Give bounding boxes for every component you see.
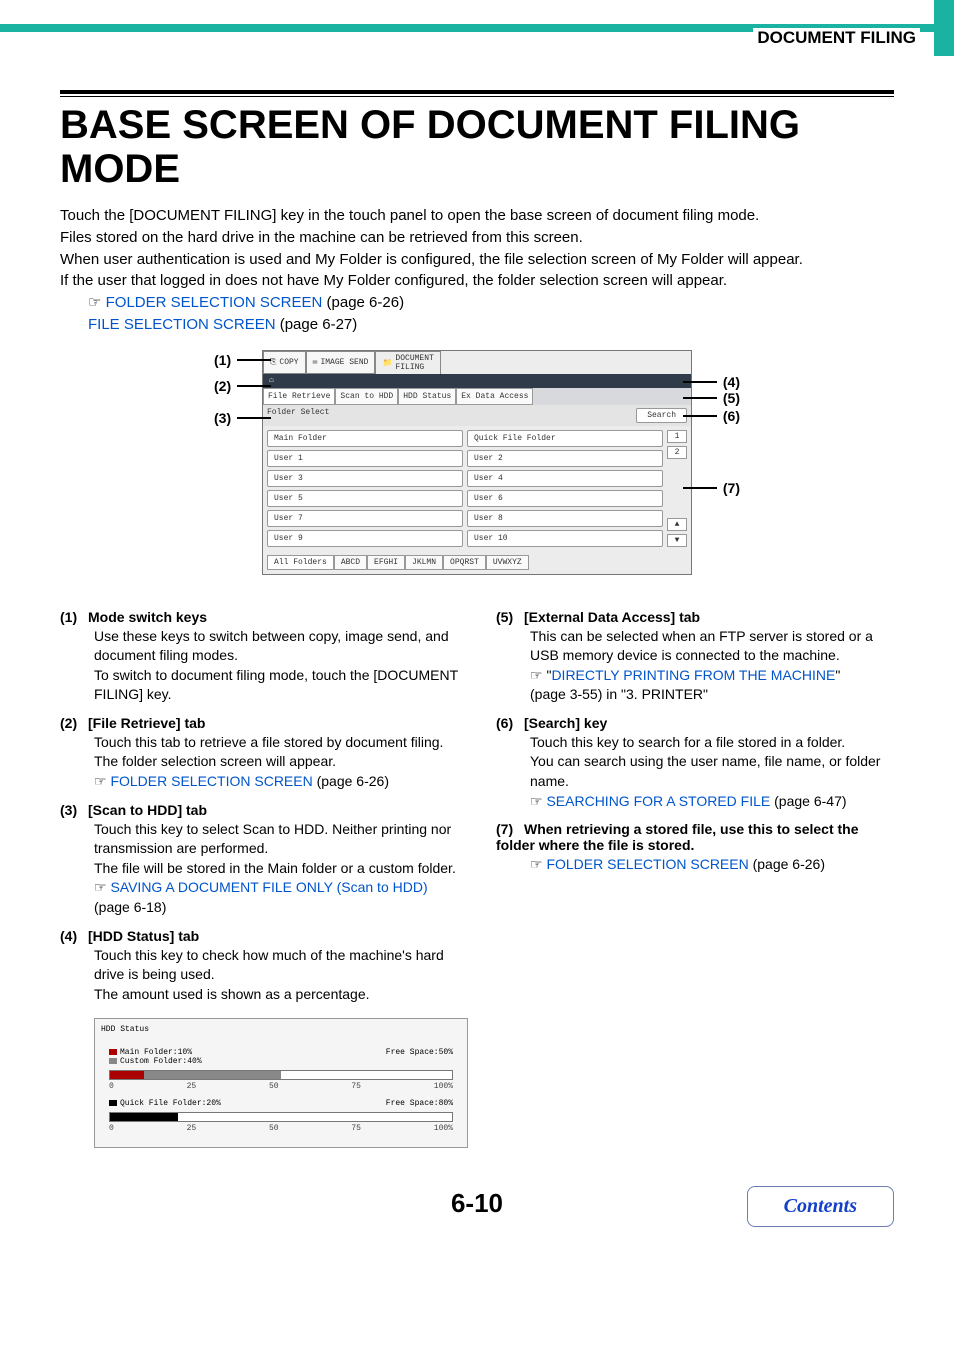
link-folder-selection[interactable]: FOLDER SELECTION SCREEN	[546, 856, 748, 872]
callout-1: (1)	[214, 352, 231, 368]
alpha-tab[interactable]: OPQRST	[443, 555, 486, 570]
item-heading: (6)[Search] key	[496, 715, 894, 731]
folder-button[interactable]: User 10	[467, 530, 663, 547]
page-current: 1	[667, 430, 687, 443]
pointer-icon: ☞	[530, 667, 543, 683]
item-heading: (5)[External Data Access] tab	[496, 609, 894, 625]
tab-hdd-status[interactable]: HDD Status	[398, 388, 456, 405]
scroll-up-button[interactable]: ▲	[667, 518, 687, 531]
intro-line: Touch the [DOCUMENT FILING] key in the t…	[60, 205, 894, 227]
page-title: BASE SCREEN OF DOCUMENT FILING MODE	[60, 103, 894, 191]
item-body: Touch this key to check how much of the …	[94, 946, 468, 1005]
item-heading: (2)[File Retrieve] tab	[60, 715, 468, 731]
callout-5: (5)	[723, 390, 740, 406]
link-scan-to-hdd[interactable]: SAVING A DOCUMENT FILE ONLY (Scan to HDD…	[110, 879, 427, 895]
alpha-tab[interactable]: ABCD	[334, 555, 367, 570]
link-folder-selection[interactable]: FOLDER SELECTION SCREEN	[106, 294, 323, 311]
pointer-icon: ☞	[530, 793, 543, 809]
folder-button[interactable]: User 1	[267, 450, 463, 467]
intro-text: Touch the [DOCUMENT FILING] key in the t…	[60, 205, 894, 336]
callout-2: (2)	[214, 378, 231, 394]
pointer-icon: ☞	[88, 294, 101, 311]
link-search-file[interactable]: SEARCHING FOR A STORED FILE	[546, 793, 770, 809]
folder-button[interactable]: User 9	[267, 530, 463, 547]
link-folder-selection[interactable]: FOLDER SELECTION SCREEN	[110, 773, 312, 789]
alpha-tab[interactable]: JKLMN	[405, 555, 443, 570]
item-body: This can be selected when an FTP server …	[530, 627, 894, 705]
ticks: 0255075100%	[101, 1080, 461, 1099]
tab-scan-to-hdd[interactable]: Scan to HDD	[335, 388, 398, 405]
hdd-bar-1	[109, 1070, 453, 1080]
free-space-label: Free Space:50%	[386, 1048, 453, 1057]
page-ref: (page 6-26)	[322, 294, 404, 311]
callout-3: (3)	[214, 410, 231, 426]
hdd-bar-2	[109, 1112, 453, 1122]
rule	[60, 90, 894, 94]
contents-button[interactable]: Contents	[747, 1186, 894, 1227]
folder-button[interactable]: User 4	[467, 470, 663, 487]
send-icon: ✉	[313, 357, 318, 367]
pointer-icon: ☞	[530, 856, 543, 872]
mode-tab-image-send[interactable]: ✉IMAGE SEND	[306, 351, 376, 374]
callout-6: (6)	[723, 408, 740, 424]
mode-tab-document-filing[interactable]: 📁DOCUMENT FILING	[375, 351, 440, 374]
item-body: Touch this key to select Scan to HDD. Ne…	[94, 820, 468, 918]
folder-button[interactable]: Main Folder	[267, 430, 463, 447]
section-label: DOCUMENT FILING	[753, 28, 920, 48]
legend-quick-icon	[109, 1100, 117, 1106]
folder-button[interactable]: User 8	[467, 510, 663, 527]
legend-custom-icon	[109, 1058, 117, 1064]
folder-select-label: Folder Select	[267, 408, 329, 423]
item-heading: (1)Mode switch keys	[60, 609, 468, 625]
pointer-icon: ☞	[94, 773, 107, 789]
callout-4: (4)	[723, 374, 740, 390]
item-body: Touch this tab to retrieve a file stored…	[94, 733, 468, 792]
item-heading: (3)[Scan to HDD] tab	[60, 802, 468, 818]
hdd-status-panel: HDD Status Main Folder:10% Free Space:50…	[94, 1018, 468, 1148]
alpha-tab[interactable]: All Folders	[267, 555, 334, 570]
folder-button[interactable]: User 2	[467, 450, 663, 467]
tab-file-retrieve[interactable]: File Retrieve	[263, 388, 335, 405]
item-body: ☞ FOLDER SELECTION SCREEN (page 6-26)	[530, 855, 894, 875]
folder-button[interactable]: Quick File Folder	[467, 430, 663, 447]
search-button[interactable]: Search	[636, 408, 687, 423]
tab-ex-data-access[interactable]: Ex Data Access	[456, 388, 533, 405]
item-body: Touch this key to search for a file stor…	[530, 733, 894, 811]
header-stripe-tab	[934, 0, 954, 56]
filing-icon: 📁	[382, 358, 392, 368]
pointer-icon: ☞	[94, 879, 107, 895]
scroll-down-button[interactable]: ▼	[667, 534, 687, 547]
folder-button[interactable]: User 7	[267, 510, 463, 527]
page-total: 2	[667, 446, 687, 459]
folder-button[interactable]: User 6	[467, 490, 663, 507]
link-direct-print[interactable]: DIRECTLY PRINTING FROM THE MACHINE	[551, 667, 835, 683]
rule	[60, 96, 894, 97]
callout-7: (7)	[723, 480, 740, 496]
item-heading: (7)When retrieving a stored file, use th…	[496, 821, 894, 853]
intro-line: When user authentication is used and My …	[60, 249, 894, 271]
hdd-status-title: HDD Status	[101, 1025, 461, 1034]
free-space-label: Free Space:80%	[386, 1099, 453, 1108]
alpha-tab[interactable]: EFGHI	[367, 555, 405, 570]
folder-button[interactable]: User 3	[267, 470, 463, 487]
intro-line: Files stored on the hard drive in the ma…	[60, 227, 894, 249]
legend-main-icon	[109, 1049, 117, 1055]
item-heading: (4)[HDD Status] tab	[60, 928, 468, 944]
page-ref: (page 6-27)	[276, 316, 358, 333]
intro-line: If the user that logged in does not have…	[60, 270, 894, 292]
touch-panel-figure: (1) (2) (3) (4) (5) (6)	[262, 350, 692, 575]
folder-button[interactable]: User 5	[267, 490, 463, 507]
ticks: 0255075100%	[101, 1122, 461, 1141]
alpha-tab[interactable]: UVWXYZ	[486, 555, 529, 570]
item-body: Use these keys to switch between copy, i…	[94, 627, 468, 705]
link-file-selection[interactable]: FILE SELECTION SCREEN	[88, 316, 276, 333]
